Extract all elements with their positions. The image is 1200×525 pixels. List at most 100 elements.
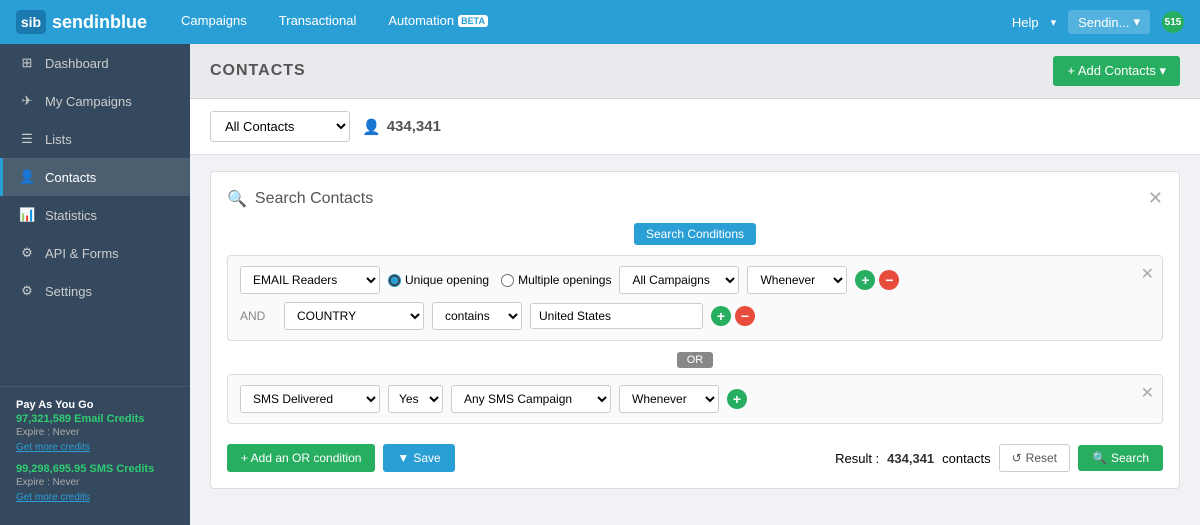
settings-icon: ⚙ (19, 283, 35, 299)
logo[interactable]: sib sendinblue (16, 10, 147, 34)
search-panel: 🔍 Search Contacts ✕ Search Conditions ✕ … (210, 171, 1180, 489)
add-condition-1-button[interactable]: + (855, 270, 875, 290)
sms-get-more-link[interactable]: Get more credits (16, 492, 90, 503)
search-panel-header: 🔍 Search Contacts ✕ (227, 188, 1163, 209)
radio-multiple-input[interactable] (501, 274, 514, 287)
add-remove-btns-1: + − (855, 270, 899, 290)
top-navigation: sib sendinblue Campaigns Transactional A… (0, 0, 1200, 44)
contacts-label: contacts (942, 451, 990, 466)
radio-unique-option[interactable]: Unique opening (388, 273, 489, 287)
conditions-badge: Search Conditions (634, 223, 756, 245)
sidebar-credits: Pay As You Go 97,321,589 Email Credits E… (0, 386, 190, 525)
dashboard-icon: ⊞ (19, 55, 35, 71)
sms-credits-label: 99,298,695.95 SMS Credits (16, 463, 174, 475)
reset-icon: ↺ (1012, 451, 1022, 465)
condition-1-operator-select[interactable]: contains (432, 302, 522, 330)
logo-text: sendinblue (52, 12, 147, 33)
main-layout: ⊞ Dashboard ✈ My Campaigns ☰ Lists 👤 Con… (0, 44, 1200, 525)
condition-1-campaign-select[interactable]: All Campaigns (619, 266, 739, 294)
email-credits-section: Pay As You Go 97,321,589 Email Credits E… (16, 399, 174, 453)
condition-1-field-select[interactable]: COUNTRY (284, 302, 424, 330)
close-condition-2-button[interactable]: ✕ (1141, 383, 1154, 403)
sidebar-item-statistics[interactable]: 📊 Statistics (0, 196, 190, 234)
condition-2-campaign-select[interactable]: Any SMS Campaign (451, 385, 611, 413)
sidebar-item-campaigns[interactable]: ✈ My Campaigns (0, 82, 190, 120)
condition-1-value-input[interactable] (530, 303, 703, 329)
sidebar-item-api-forms[interactable]: ⚙ API & Forms (0, 234, 190, 272)
contact-count-value: 434,341 (387, 118, 441, 135)
condition-1-row-2: AND COUNTRY contains + − (240, 302, 1150, 330)
and-label: AND (240, 309, 276, 323)
condition-block-2: ✕ SMS Delivered Yes Any SMS Campaign Whe… (227, 374, 1163, 424)
add-remove-btns-2: + (727, 389, 747, 409)
logo-icon: sib (16, 10, 46, 34)
person-icon: 👤 (362, 118, 381, 136)
add-condition-2-button[interactable]: + (727, 389, 747, 409)
add-contacts-button[interactable]: + Add Contacts ▾ (1053, 56, 1180, 86)
close-search-panel-button[interactable]: ✕ (1148, 188, 1163, 209)
condition-1-row-1: EMAIL Readers Unique opening Multiple op… (240, 266, 1150, 294)
add-or-condition-button[interactable]: + Add an OR condition (227, 444, 375, 472)
or-badge: OR (677, 352, 714, 368)
search-panel-title: 🔍 Search Contacts (227, 189, 373, 209)
add-remove-btns-1b: + − (711, 306, 755, 326)
beta-badge: BETA (458, 15, 488, 27)
email-expire-label: Expire : Never (16, 427, 174, 438)
main-content: CONTACTS + Add Contacts ▾ All Contacts 👤… (190, 44, 1200, 525)
condition-2-row-1: SMS Delivered Yes Any SMS Campaign Whene… (240, 385, 1150, 413)
radio-group: Unique opening Multiple openings (388, 273, 611, 287)
sms-expire-label: Expire : Never (16, 477, 174, 488)
condition-block-1: ✕ EMAIL Readers Unique opening Multiple … (227, 255, 1163, 341)
nav-campaigns[interactable]: Campaigns (177, 0, 251, 44)
result-label: Result : (835, 451, 879, 466)
sidebar: ⊞ Dashboard ✈ My Campaigns ☰ Lists 👤 Con… (0, 44, 190, 525)
sidebar-item-lists[interactable]: ☰ Lists (0, 120, 190, 158)
remove-condition-1b-button[interactable]: − (735, 306, 755, 326)
nav-transactional[interactable]: Transactional (275, 0, 361, 44)
condition-2-when-select[interactable]: Whenever (619, 385, 719, 413)
contacts-filter-select[interactable]: All Contacts (210, 111, 350, 142)
condition-2-type-select[interactable]: SMS Delivered (240, 385, 380, 413)
nav-right: Help ▾ Sendin... ▾ 515 (1012, 10, 1184, 34)
sidebar-item-settings[interactable]: ⚙ Settings (0, 272, 190, 310)
reset-button[interactable]: ↺ Reset (999, 444, 1070, 472)
email-get-more-link[interactable]: Get more credits (16, 442, 90, 453)
search-button[interactable]: 🔍 Search (1078, 445, 1163, 471)
condition-2-yes-select[interactable]: Yes (388, 385, 443, 413)
credits-badge: 515 (1162, 11, 1184, 33)
filter-bar: All Contacts 👤 434,341 (190, 99, 1200, 155)
add-condition-1b-button[interactable]: + (711, 306, 731, 326)
condition-1-type-select[interactable]: EMAIL Readers (240, 266, 380, 294)
search-icon: 🔍 (227, 189, 247, 209)
radio-multiple-option[interactable]: Multiple openings (501, 273, 611, 287)
save-icon: ▼ (397, 451, 409, 465)
contacts-header: CONTACTS + Add Contacts ▾ (190, 44, 1200, 99)
bottom-actions: + Add an OR condition ▼ Save Result : 43… (227, 436, 1163, 472)
sidebar-item-contacts[interactable]: 👤 Contacts (0, 158, 190, 196)
result-count: 434,341 (887, 451, 934, 466)
radio-unique-input[interactable] (388, 274, 401, 287)
nav-automation[interactable]: Automation BETA (384, 0, 492, 44)
contact-count: 👤 434,341 (362, 118, 441, 136)
lists-icon: ☰ (19, 131, 35, 147)
left-actions: + Add an OR condition ▼ Save (227, 444, 455, 472)
condition-1-when-select[interactable]: Whenever (747, 266, 847, 294)
sms-credits-section: 99,298,695.95 SMS Credits Expire : Never… (16, 463, 174, 503)
help-link[interactable]: Help (1012, 15, 1039, 30)
remove-condition-1-button[interactable]: − (879, 270, 899, 290)
email-credits-label: 97,321,589 Email Credits (16, 413, 174, 425)
campaigns-icon: ✈ (19, 93, 35, 109)
search-btn-icon: 🔍 (1092, 451, 1107, 465)
account-button[interactable]: Sendin... ▾ (1068, 10, 1150, 34)
pay-as-you-go-label: Pay As You Go (16, 399, 174, 411)
sidebar-item-dashboard[interactable]: ⊞ Dashboard (0, 44, 190, 82)
statistics-icon: 📊 (19, 207, 35, 223)
right-actions: Result : 434,341 contacts ↺ Reset 🔍 Sear… (835, 444, 1163, 472)
nav-links: Campaigns Transactional Automation BETA (177, 0, 1012, 44)
api-icon: ⚙ (19, 245, 35, 261)
close-condition-1-button[interactable]: ✕ (1141, 264, 1154, 284)
contacts-icon: 👤 (19, 169, 35, 185)
save-button[interactable]: ▼ Save (383, 444, 454, 472)
search-conditions-label: Search Conditions (227, 223, 1163, 245)
page-title: CONTACTS (210, 62, 306, 80)
